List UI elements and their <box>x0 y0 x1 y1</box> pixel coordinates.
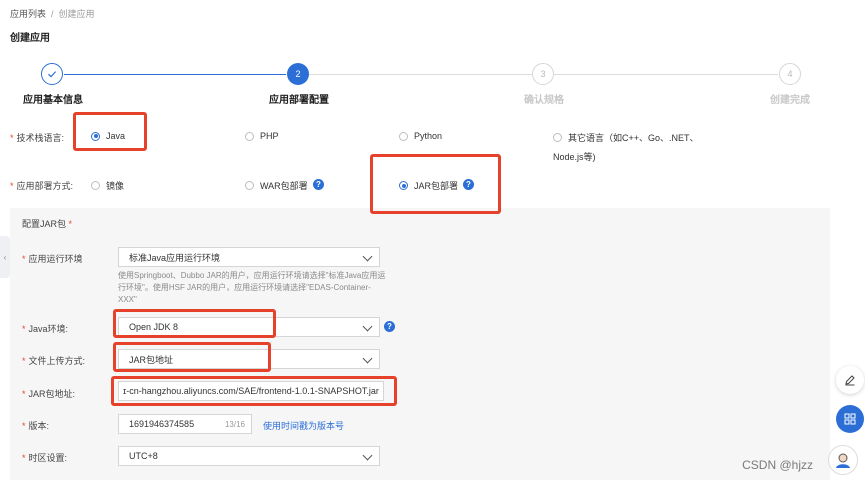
check-icon <box>48 71 57 78</box>
grid-icon <box>844 413 856 425</box>
chevron-down-icon <box>362 251 373 262</box>
highlight-box <box>73 112 147 151</box>
radio-dot <box>245 131 254 141</box>
radio-war-label: WAR包部署 <box>260 181 308 191</box>
radio-other-label-line2: Node.js等) <box>553 152 596 162</box>
breadcrumb: 应用列表 / 创建应用 <box>10 7 95 20</box>
radio-other[interactable]: 其它语言（如C++、Go、.NET、 <box>553 131 699 144</box>
timezone-value: UTC+8 <box>129 451 158 461</box>
radio-python[interactable]: Python <box>399 131 442 141</box>
edit-icon <box>845 375 855 386</box>
collapse-handle[interactable]: ‹ <box>0 236 10 278</box>
radio-war[interactable]: WAR包部署 <box>245 179 308 192</box>
step-connector-1 <box>64 74 286 75</box>
step-1-label: 应用基本信息 <box>23 95 83 106</box>
chevron-down-icon <box>362 353 373 364</box>
timezone-label: * 时区设置: <box>22 453 68 463</box>
version-value: 1691946374585 <box>129 419 195 429</box>
radio-php-label: PHP <box>260 131 279 141</box>
runtime-value: 标准Java应用运行环境 <box>129 252 221 263</box>
upload-method-label: * 文件上传方式: <box>22 356 86 366</box>
assistant-avatar[interactable] <box>828 445 858 475</box>
highlight-box <box>113 342 271 372</box>
radio-image-label: 镜像 <box>106 181 125 191</box>
breadcrumb-root-link[interactable]: 应用列表 <box>10 9 46 19</box>
breadcrumb-current: 创建应用 <box>58 9 95 19</box>
step-2-label: 应用部署配置 <box>269 95 329 106</box>
breadcrumb-separator: / <box>51 9 54 19</box>
radio-dot <box>91 181 100 190</box>
highlight-box <box>113 309 276 338</box>
step-connector-2 <box>308 74 532 75</box>
radio-dot <box>553 133 562 142</box>
radio-dot <box>399 131 408 141</box>
radio-image[interactable]: 镜像 <box>91 179 124 192</box>
edit-button[interactable] <box>836 366 864 394</box>
radio-other-label: 其它语言（如C++、Go、.NET、 <box>568 133 699 143</box>
step-connector-3 <box>554 74 778 75</box>
java-env-label: * Java环境: <box>22 324 69 334</box>
chevron-down-icon <box>362 450 373 461</box>
step-2-circle: 2 <box>287 63 309 85</box>
runtime-hint: 使用Springboot、Dubbo JAR的用户，应用运行环境请选择"标准Ja… <box>118 271 386 304</box>
version-input[interactable]: 1691946374585 13/16 <box>118 414 252 434</box>
version-label: * 版本: <box>22 421 50 431</box>
radio-php[interactable]: PHP <box>245 131 279 141</box>
page-title: 创建应用 <box>10 33 50 44</box>
avatar-icon <box>836 453 850 468</box>
jar-url-label: * JAR包地址: <box>22 389 76 399</box>
runtime-select[interactable]: 标准Java应用运行环境 <box>118 247 380 267</box>
highlight-box <box>111 376 397 406</box>
step-4-circle: 4 <box>779 63 801 85</box>
help-icon[interactable]: ? <box>384 321 395 332</box>
step-4-label: 创建完成 <box>770 95 810 106</box>
chevron-down-icon <box>362 321 373 332</box>
step-1-circle <box>41 63 63 85</box>
highlight-box <box>370 154 501 214</box>
watermark: CSDN @hjzz <box>742 458 813 472</box>
step-3-circle: 3 <box>532 63 554 85</box>
apps-button[interactable] <box>836 405 864 433</box>
radio-python-label: Python <box>414 131 443 141</box>
jar-section-title: 配置JAR包 * <box>22 219 73 229</box>
help-icon[interactable]: ? <box>313 179 324 190</box>
tech-stack-label: * 技术栈语言: <box>10 133 65 143</box>
timestamp-version-link[interactable]: 使用时间戳为版本号 <box>263 419 344 432</box>
runtime-label: * 应用运行环境 <box>22 254 83 264</box>
deploy-method-label: * 应用部署方式: <box>10 181 74 191</box>
version-counter: 13/16 <box>224 420 245 429</box>
step-3-label: 确认规格 <box>524 95 564 106</box>
radio-dot <box>245 181 254 190</box>
timezone-select[interactable]: UTC+8 <box>118 446 380 466</box>
